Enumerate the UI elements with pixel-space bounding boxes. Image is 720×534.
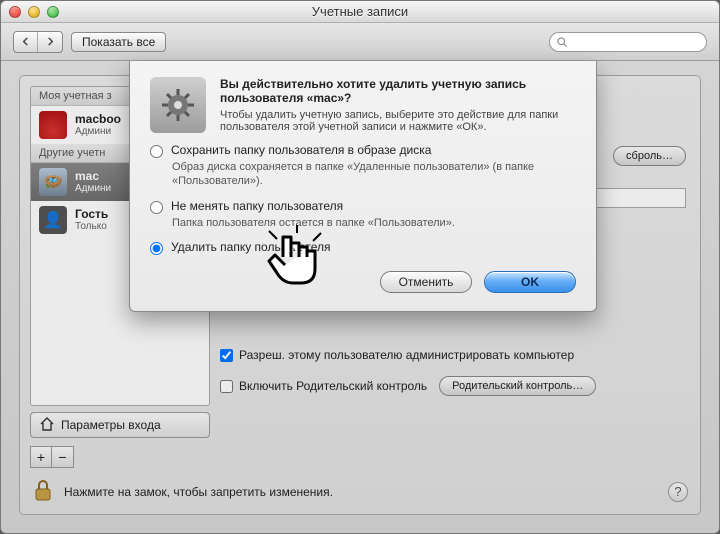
back-button[interactable] bbox=[14, 32, 38, 52]
gear-icon bbox=[150, 77, 206, 133]
option-save-disk-image-radio[interactable] bbox=[150, 145, 163, 158]
search-input[interactable] bbox=[572, 36, 700, 48]
option-delete-folder-radio[interactable] bbox=[150, 242, 163, 255]
option-keep-folder-desc: Папка пользователя остается в папке «Пол… bbox=[172, 216, 576, 230]
titlebar[interactable]: Учетные записи bbox=[1, 1, 719, 23]
toolbar: Показать все bbox=[1, 23, 719, 61]
ok-button[interactable]: OK bbox=[484, 271, 576, 293]
option-keep-folder-label: Не менять папку пользователя bbox=[171, 199, 343, 213]
show-all-button[interactable]: Показать все bbox=[71, 32, 166, 52]
option-keep-folder-radio[interactable] bbox=[150, 201, 163, 214]
search-icon bbox=[556, 36, 568, 48]
forward-button[interactable] bbox=[38, 32, 62, 52]
cancel-button[interactable]: Отменить bbox=[380, 271, 472, 293]
window-title: Учетные записи bbox=[1, 4, 719, 19]
option-save-disk-image-label: Сохранить папку пользователя в образе ди… bbox=[171, 143, 431, 157]
sheet-subtitle: Чтобы удалить учетную запись, выберите э… bbox=[220, 109, 576, 133]
sheet-title: Вы действительно хотите удалить учетную … bbox=[220, 77, 576, 105]
option-save-disk-image-desc: Образ диска сохраняется в папке «Удаленн… bbox=[172, 160, 576, 189]
option-delete-folder-label: Удалить папку пользователя bbox=[171, 240, 331, 254]
delete-account-sheet: Вы действительно хотите удалить учетную … bbox=[129, 61, 597, 312]
search-field[interactable] bbox=[549, 32, 707, 52]
preferences-window: Учетные записи Показать все Моя учетная … bbox=[0, 0, 720, 534]
nav-buttons bbox=[13, 31, 63, 53]
delete-options-group: Сохранить папку пользователя в образе ди… bbox=[150, 143, 576, 255]
